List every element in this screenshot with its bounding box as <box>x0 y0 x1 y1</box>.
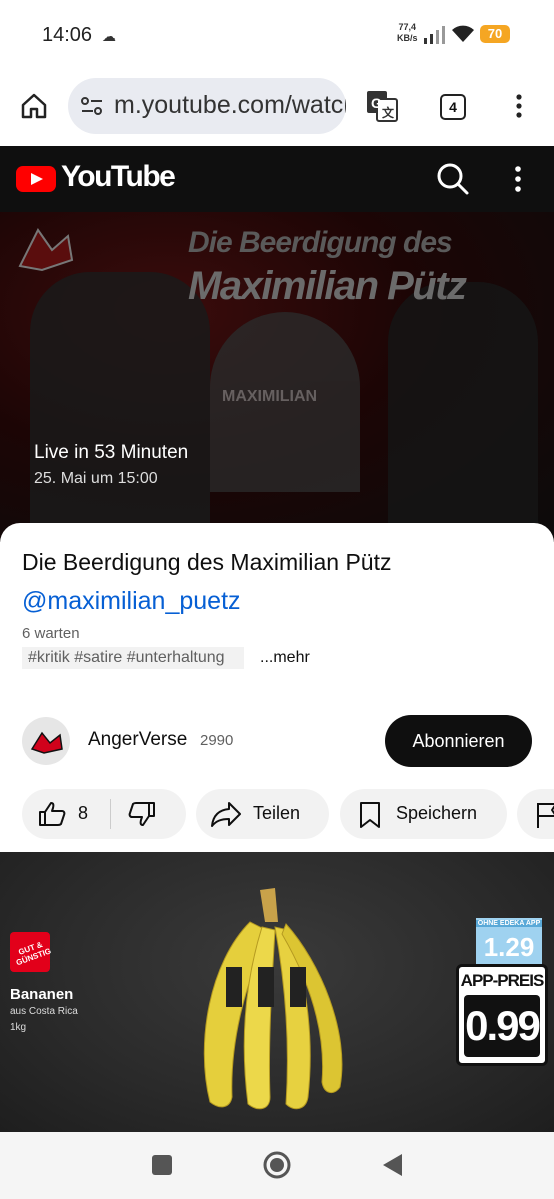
youtube-header: YouTube <box>0 146 554 212</box>
cloud-icon: ☁ <box>102 28 116 44</box>
subscriber-count: 2990 <box>200 732 234 749</box>
hashtags[interactable]: #kritik #satire #unterhaltung <box>22 647 244 669</box>
like-dislike-group: 8 <box>22 789 186 839</box>
flag-icon <box>537 803 554 828</box>
video-title[interactable]: Die Beerdigung des Maximilian Pütz <box>22 549 391 576</box>
figure-silhouette-right <box>388 282 538 542</box>
translate-icon[interactable]: G 文 <box>366 90 398 122</box>
advertisement[interactable]: GUT & GÜNSTIG Bananen aus Costa Rica 1kg… <box>0 852 554 1132</box>
video-details: Die Beerdigung des Maximilian Pütz @maxi… <box>0 523 554 863</box>
show-more-link[interactable]: ...mehr <box>260 649 310 667</box>
bananas-image <box>203 888 343 1110</box>
like-icon[interactable] <box>38 801 66 827</box>
figure-silhouette-left <box>30 272 210 542</box>
status-bar: 14:06 ☁ 77,4 KB/s 70 <box>0 0 554 70</box>
network-speed: 77,4 KB/s <box>397 22 418 44</box>
waiting-count: 6 warten <box>22 625 80 642</box>
brand-badge: GUT & GÜNSTIG <box>10 932 52 972</box>
battery-indicator: 70 <box>480 25 510 43</box>
thumbnail-title-line2: Maximilian Pütz <box>188 264 467 308</box>
address-bar[interactable]: m.youtube.com/watch <box>68 78 346 134</box>
video-player[interactable]: MAXIMILIAN Die Beerdigung des Maximilian… <box>0 212 554 542</box>
save-label: Speichern <box>396 803 478 823</box>
scheduled-date: 25. Mai um 15:00 <box>34 470 158 487</box>
url-text: m.youtube.com/watch <box>114 91 346 119</box>
live-countdown: Live in 53 Minuten <box>34 442 189 463</box>
dislike-icon[interactable] <box>128 801 156 827</box>
brand-badge-text: GUT & GÜNSTIG <box>14 939 53 968</box>
search-icon[interactable] <box>436 162 470 196</box>
save-button[interactable]: Speichern <box>340 789 507 839</box>
channel-handle-link[interactable]: @maximilian_puetz <box>22 587 241 616</box>
browser-menu-icon[interactable] <box>514 94 524 118</box>
bookmark-icon <box>360 802 380 828</box>
gravestone-text: MAXIMILIAN <box>222 388 318 405</box>
report-button[interactable] <box>517 789 554 839</box>
app-price: 0.99 <box>464 995 541 1057</box>
svg-text:文: 文 <box>382 105 395 120</box>
app-price-tag: APP-PREIS 0.99 <box>456 964 548 1066</box>
channel-logo-icon <box>18 228 74 272</box>
net-speed-unit: KB/s <box>397 33 418 43</box>
share-button[interactable]: Teilen <box>196 789 329 839</box>
channel-avatar[interactable] <box>22 717 70 765</box>
product-weight: 1kg <box>10 1022 27 1033</box>
youtube-wordmark[interactable]: YouTube <box>61 160 176 194</box>
subscribe-button[interactable]: Abonnieren <box>385 715 532 767</box>
share-icon <box>211 802 241 827</box>
tab-switcher-button[interactable]: 4 <box>440 94 466 120</box>
regular-price: 1.29 <box>483 932 535 962</box>
product-origin: aus Costa Rica <box>10 1006 78 1017</box>
back-icon[interactable] <box>380 1152 404 1178</box>
recents-icon[interactable] <box>152 1155 172 1175</box>
browser-toolbar: m.youtube.com/watch G 文 4 <box>0 70 554 146</box>
app-price-label: APP-PREIS <box>460 971 545 990</box>
share-label: Teilen <box>253 803 301 823</box>
regular-price-tag: OHNE EDEKA APP 1.29 <box>476 918 542 970</box>
wifi-icon <box>452 25 474 42</box>
system-navigation-bar <box>0 1132 554 1199</box>
status-time: 14:06 <box>42 24 93 46</box>
like-divider <box>110 799 111 829</box>
more-options-icon[interactable] <box>513 166 523 192</box>
site-settings-icon[interactable] <box>80 96 104 116</box>
channel-name[interactable]: AngerVerse <box>88 729 187 751</box>
channel-logo-icon <box>30 731 63 754</box>
gravestone: MAXIMILIAN <box>210 312 360 492</box>
like-count[interactable]: 8 <box>78 803 88 824</box>
product-name: Bananen <box>10 986 74 1003</box>
home-button-icon[interactable] <box>262 1150 292 1180</box>
youtube-logo-icon[interactable] <box>16 166 56 192</box>
signal-icon <box>424 26 445 44</box>
home-icon[interactable] <box>20 92 48 120</box>
thumbnail-title-line1: Die Beerdigung des <box>188 226 453 259</box>
regular-price-label: OHNE EDEKA APP <box>476 920 542 927</box>
net-speed-value: 77,4 <box>398 22 417 32</box>
svg-text:G: G <box>371 95 382 111</box>
